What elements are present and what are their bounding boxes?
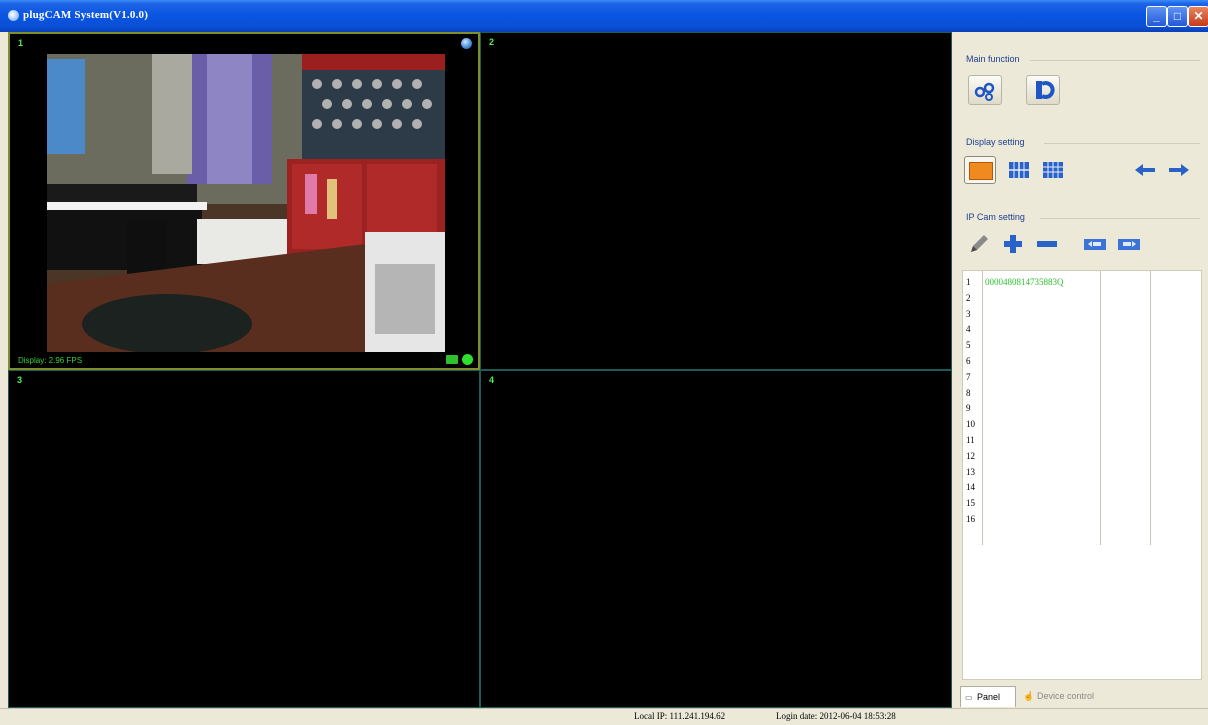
panel-tabs: ▭ Panel ☝ Device control bbox=[960, 686, 1198, 708]
ipcam-setting-title: IP Cam setting bbox=[966, 212, 1025, 222]
list-item[interactable]: 1 0000480814735883Q bbox=[963, 275, 1203, 290]
grid-9-icon bbox=[1043, 162, 1063, 178]
list-item-number: 15 bbox=[966, 498, 975, 509]
video-grid: 1 Display: 2.96 FPS 2 3 4 bbox=[8, 32, 952, 708]
list-item-number: 10 bbox=[966, 419, 975, 430]
list-item[interactable]: 16 bbox=[963, 512, 1203, 527]
minus-icon bbox=[1037, 241, 1057, 247]
pencil-icon bbox=[971, 235, 988, 252]
display-setting-title: Display setting bbox=[966, 137, 1025, 147]
status-bar: Local IP: 111.241.194.62 Login date: 201… bbox=[0, 708, 1208, 725]
list-item-number: 7 bbox=[966, 371, 971, 382]
list-item-number: 11 bbox=[966, 435, 975, 445]
list-item[interactable]: 7 bbox=[963, 370, 1203, 385]
list-item-number: 16 bbox=[966, 514, 975, 524]
fps-label: Display: 2.96 FPS bbox=[18, 356, 83, 365]
hand-pointer-icon: ☝ bbox=[1023, 691, 1035, 701]
list-item[interactable]: 2 bbox=[963, 291, 1203, 306]
export-button[interactable] bbox=[1116, 232, 1144, 258]
local-ip-text: Local IP: 111.241.194.62 bbox=[634, 711, 726, 721]
group-divider bbox=[1040, 218, 1200, 219]
camera-list[interactable]: 1 0000480814735883Q 2 3 4 5 6 7 8 9 10 11 12 13 14 15 16 bbox=[962, 270, 1202, 680]
video-cell-3[interactable]: 3 bbox=[8, 370, 480, 708]
list-item-number: 3 bbox=[966, 308, 971, 319]
single-view-icon bbox=[969, 162, 993, 180]
snapshot-button[interactable] bbox=[1026, 75, 1060, 105]
list-item[interactable]: 13 bbox=[963, 465, 1203, 480]
list-item-number: 8 bbox=[966, 387, 971, 398]
layout-1x1-button[interactable] bbox=[964, 156, 996, 184]
login-date-text: Login date: 2012-06-04 18:53:28 bbox=[776, 711, 896, 721]
group-divider bbox=[1044, 143, 1200, 144]
video-cell-4[interactable]: 4 bbox=[480, 370, 952, 708]
plus-icon bbox=[1004, 235, 1022, 253]
list-item-number: 4 bbox=[966, 324, 971, 335]
tab-panel[interactable]: ▭ Panel bbox=[960, 686, 1016, 707]
window-title: plugCAM System(V1.0.0) bbox=[23, 9, 149, 21]
link-icon bbox=[974, 82, 995, 101]
list-item[interactable]: 9 bbox=[963, 401, 1203, 416]
list-item[interactable]: 11 bbox=[963, 433, 1203, 448]
add-camera-button[interactable] bbox=[1000, 232, 1028, 258]
status-dot-icon bbox=[462, 354, 473, 365]
title-bar[interactable]: plugCAM System(V1.0.0) _ □ ✕ bbox=[0, 0, 1208, 32]
list-item-number: 6 bbox=[966, 356, 971, 366]
arrow-left-icon bbox=[1135, 164, 1155, 176]
app-icon bbox=[8, 10, 19, 21]
arrow-right-icon bbox=[1169, 164, 1189, 176]
import-icon bbox=[1084, 239, 1106, 250]
layout-3x3-button[interactable] bbox=[1040, 158, 1068, 184]
list-item[interactable]: 14 bbox=[963, 480, 1203, 495]
tab-device-control-label: Device control bbox=[1037, 691, 1095, 701]
record-icon[interactable] bbox=[446, 355, 458, 364]
list-item-number: 2 bbox=[966, 292, 971, 303]
list-item-device-id: 0000480814735883Q bbox=[985, 277, 1064, 287]
list-item-number: 1 bbox=[966, 277, 971, 287]
list-item[interactable]: 6 bbox=[963, 354, 1203, 369]
list-item[interactable]: 4 bbox=[963, 322, 1203, 337]
control-panel: Main function Display setting IP Cam set… bbox=[952, 32, 1208, 708]
list-item-number: 12 bbox=[966, 450, 975, 461]
grid-4-icon bbox=[1009, 162, 1029, 178]
globe-icon bbox=[461, 38, 472, 49]
connect-button[interactable] bbox=[968, 75, 1002, 105]
list-item[interactable]: 10 bbox=[963, 417, 1203, 432]
export-icon bbox=[1118, 239, 1140, 250]
remove-camera-button[interactable] bbox=[1034, 232, 1062, 258]
layout-2x2-button[interactable] bbox=[1006, 158, 1034, 184]
list-item[interactable]: 8 bbox=[963, 386, 1203, 401]
next-page-button[interactable] bbox=[1166, 158, 1194, 184]
panel-icon: ▭ bbox=[965, 693, 973, 702]
minimize-button[interactable]: _ bbox=[1146, 6, 1167, 27]
close-button[interactable]: ✕ bbox=[1188, 6, 1208, 27]
previous-page-button[interactable] bbox=[1132, 158, 1160, 184]
list-item[interactable]: 3 bbox=[963, 307, 1203, 322]
maximize-button[interactable]: □ bbox=[1167, 6, 1188, 27]
list-item[interactable]: 5 bbox=[963, 338, 1203, 353]
list-item-number: 5 bbox=[966, 340, 971, 351]
cell-number: 1 bbox=[18, 38, 24, 48]
tab-device-control[interactable]: ☝ Device control bbox=[1017, 686, 1127, 707]
cell-number: 2 bbox=[489, 37, 495, 47]
main-function-title: Main function bbox=[966, 54, 1020, 64]
video-cell-1[interactable]: 1 Display: 2.96 FPS bbox=[8, 32, 480, 370]
import-button[interactable] bbox=[1082, 232, 1110, 258]
group-divider bbox=[1030, 60, 1200, 61]
tab-panel-label: Panel bbox=[977, 692, 1001, 702]
record-icon bbox=[1036, 81, 1055, 99]
list-item-number: 13 bbox=[966, 466, 975, 477]
video-cell-2[interactable]: 2 bbox=[480, 32, 952, 370]
camera-feed-image bbox=[47, 54, 445, 352]
list-item-number: 9 bbox=[966, 403, 971, 414]
list-item[interactable]: 12 bbox=[963, 449, 1203, 464]
edit-camera-button[interactable] bbox=[966, 232, 994, 258]
list-item[interactable]: 15 bbox=[963, 496, 1203, 511]
cell-number: 4 bbox=[489, 375, 495, 385]
list-item-number: 14 bbox=[966, 482, 975, 493]
cell-number: 3 bbox=[17, 375, 23, 385]
